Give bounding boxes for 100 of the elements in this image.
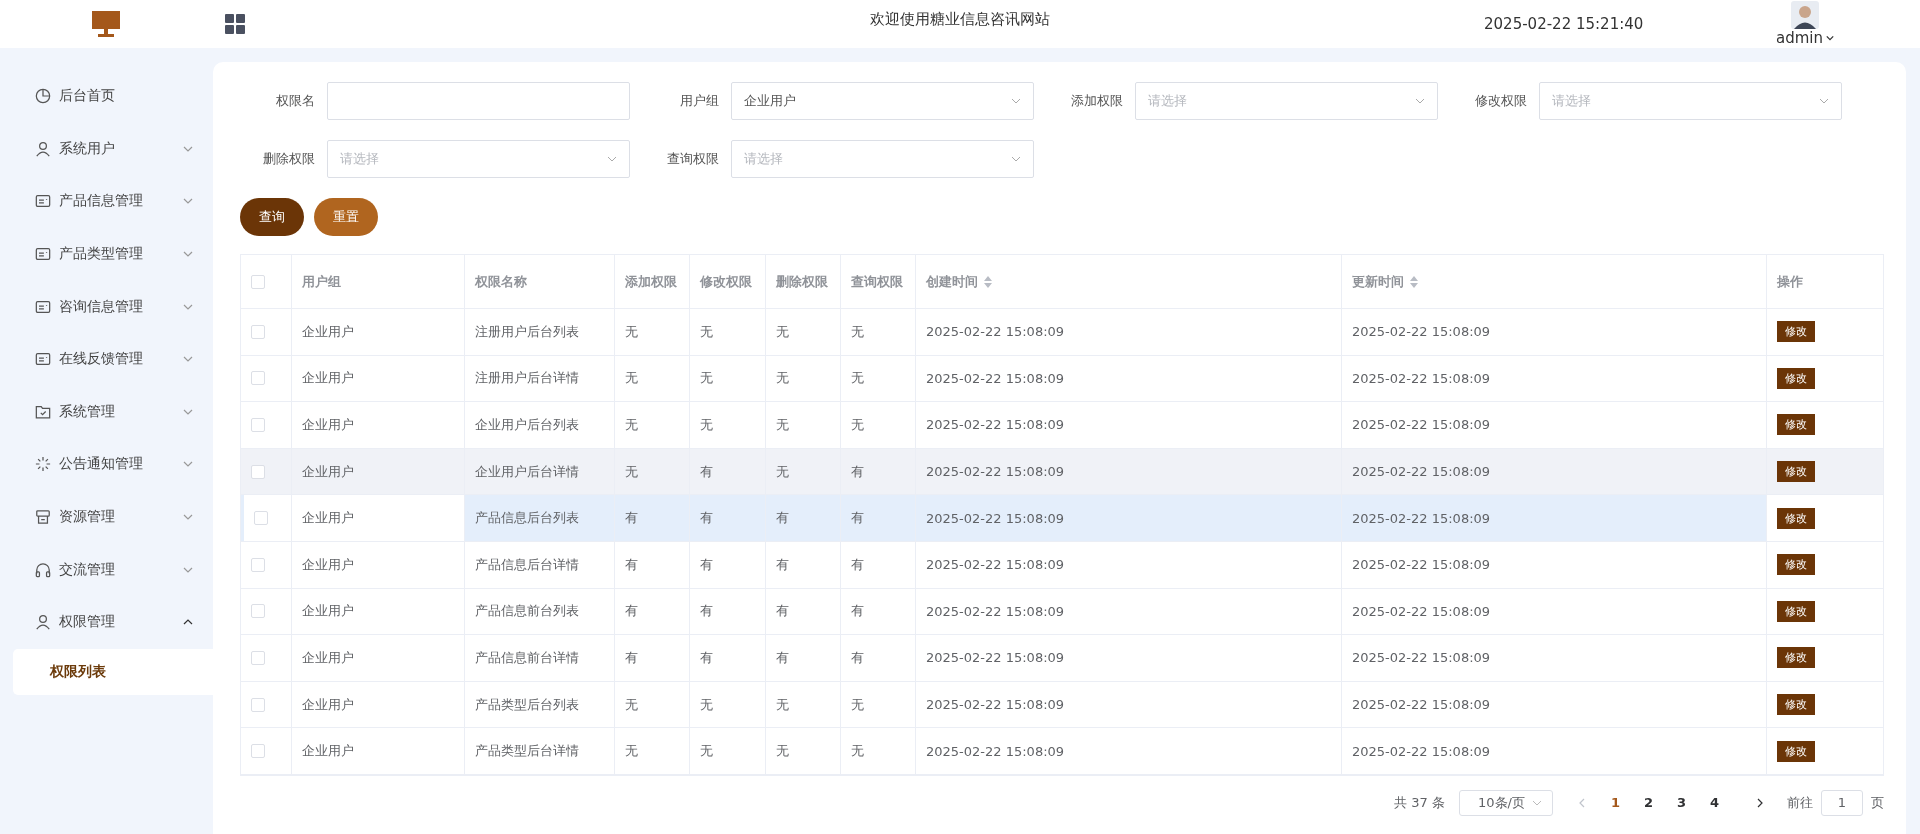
table-cell: 注册用户后台详情 (475, 369, 579, 388)
edit-button[interactable]: 修改 (1777, 740, 1815, 762)
filter-label: 查询权限 (666, 150, 720, 168)
table-cell: 无 (625, 322, 638, 341)
filter-label: 用户组 (679, 92, 720, 110)
sidebar-item[interactable]: 系统用户 (0, 122, 213, 176)
table-cell: 产品信息前台详情 (475, 648, 579, 667)
edit-button[interactable]: 修改 (1777, 367, 1815, 389)
table-cell: 有 (851, 602, 864, 621)
edit-button[interactable]: 修改 (1777, 600, 1815, 622)
sidebar-item[interactable]: 资源管理 (0, 490, 213, 544)
table-cell: 企业用户 (302, 695, 354, 714)
page-input[interactable]: 1 (1821, 789, 1863, 816)
input-field[interactable] (327, 82, 630, 120)
sort-icon[interactable] (1410, 275, 1418, 288)
sidebar-label: 产品类型管理 (59, 245, 144, 264)
menu-icon (35, 88, 51, 105)
column-header: 操作 (1777, 272, 1803, 291)
page-suffix: 页 (1871, 793, 1884, 812)
chevron-icon (1011, 156, 1021, 162)
row-checkbox[interactable] (251, 697, 265, 712)
menu-icon (35, 193, 51, 210)
table-cell: 2025-02-22 15:08:09 (926, 510, 1065, 526)
next-page-icon[interactable] (1757, 797, 1763, 808)
page-number[interactable]: 1 (1599, 795, 1632, 811)
edit-button[interactable]: 修改 (1777, 321, 1815, 343)
sidebar-label: 系统管理 (59, 402, 116, 421)
table-cell: 2025-02-22 15:08:09 (1352, 557, 1491, 573)
edit-button[interactable]: 修改 (1777, 507, 1815, 529)
chevron-icon (1532, 799, 1542, 806)
previous-page-icon[interactable] (1579, 797, 1585, 808)
row-checkbox[interactable] (251, 744, 265, 759)
table-cell: 无 (776, 742, 789, 761)
table-cell: 产品类型后台详情 (475, 742, 579, 761)
row-checkbox[interactable] (251, 604, 265, 619)
menu-icon (35, 561, 51, 578)
column-header: 添加权限 (625, 272, 677, 291)
edit-button[interactable]: 修改 (1777, 694, 1815, 716)
filter-label: 权限名 (275, 92, 316, 110)
page-number[interactable]: 2 (1632, 795, 1665, 811)
grid-menu-icon[interactable] (225, 14, 245, 34)
row-checkbox[interactable] (251, 650, 265, 665)
user-menu[interactable]: admin (1776, 29, 1834, 47)
table-cell: 无 (625, 416, 638, 434)
table-cell: 有 (625, 602, 638, 621)
sidebar-item[interactable]: 公告通知管理 (0, 438, 213, 491)
select-field[interactable]: 企业用户 (731, 82, 1034, 120)
select-all-checkbox[interactable] (251, 274, 265, 289)
table-cell: 企业用户 (302, 602, 354, 621)
table-cell: 2025-02-22 15:08:09 (1352, 697, 1491, 713)
table-cell: 有 (851, 462, 864, 481)
table-cell: 2025-02-22 15:08:09 (1352, 417, 1491, 433)
page-number[interactable]: 4 (1698, 795, 1731, 811)
edit-button[interactable]: 修改 (1777, 461, 1815, 483)
sidebar-item[interactable]: 产品类型管理 (0, 227, 213, 281)
sidebar-item[interactable]: 咨询信息管理 (0, 280, 213, 333)
page-number[interactable]: 3 (1665, 795, 1698, 811)
sidebar-item[interactable]: 后台首页 (0, 70, 213, 123)
sidebar-label: 资源管理 (59, 508, 116, 527)
table-cell: 有 (851, 555, 864, 574)
table-cell: 无 (625, 462, 638, 481)
total-count: 共 37 条 (1394, 793, 1445, 812)
sidebar-label: 后台首页 (59, 87, 116, 106)
row-checkbox[interactable] (251, 324, 265, 339)
caret-icon (1826, 35, 1834, 41)
row-checkbox[interactable] (251, 464, 265, 479)
table-cell: 有 (700, 602, 713, 621)
table-cell: 注册用户后台列表 (475, 322, 579, 341)
sidebar-item[interactable]: 产品信息管理 (0, 175, 213, 228)
sidebar-item[interactable]: 系统管理 (0, 385, 213, 439)
table-cell: 2025-02-22 15:08:09 (1352, 464, 1491, 480)
table-cell: 有 (851, 648, 864, 667)
sidebar-item[interactable]: 在线反馈管理 (0, 332, 213, 386)
sidebar-item[interactable]: 交流管理 (0, 543, 213, 596)
table-cell: 无 (851, 416, 864, 434)
table-cell: 企业用户 (302, 742, 354, 761)
table-cell: 企业用户 (302, 322, 354, 341)
row-checkbox[interactable] (251, 418, 265, 432)
row-checkbox[interactable] (251, 371, 265, 386)
avatar[interactable] (1791, 1, 1819, 29)
row-checkbox[interactable] (251, 557, 265, 572)
menu-icon (35, 456, 51, 473)
column-header: 删除权限 (776, 272, 828, 291)
row-checkbox[interactable] (254, 511, 268, 526)
table-cell: 无 (776, 462, 789, 481)
search-button[interactable]: 查询 (240, 198, 304, 236)
edit-button[interactable]: 修改 (1777, 647, 1815, 669)
filter-label: 删除权限 (262, 150, 316, 168)
column-header: 修改权限 (700, 272, 752, 291)
edit-button[interactable]: 修改 (1777, 414, 1815, 436)
page-size-select[interactable]: 10条/页 (1459, 789, 1553, 816)
reset-button[interactable]: 重置 (314, 198, 378, 236)
sidebar-label: 权限管理 (59, 613, 116, 632)
submenu-item[interactable]: 权限列表 (13, 648, 213, 695)
edit-button[interactable]: 修改 (1777, 554, 1815, 576)
menu-icon (35, 246, 51, 263)
sidebar-item[interactable]: 权限管理 (0, 595, 213, 649)
sidebar-label: 交流管理 (59, 560, 116, 579)
sort-icon[interactable] (984, 275, 992, 288)
table-cell: 2025-02-22 15:08:09 (1352, 603, 1491, 619)
